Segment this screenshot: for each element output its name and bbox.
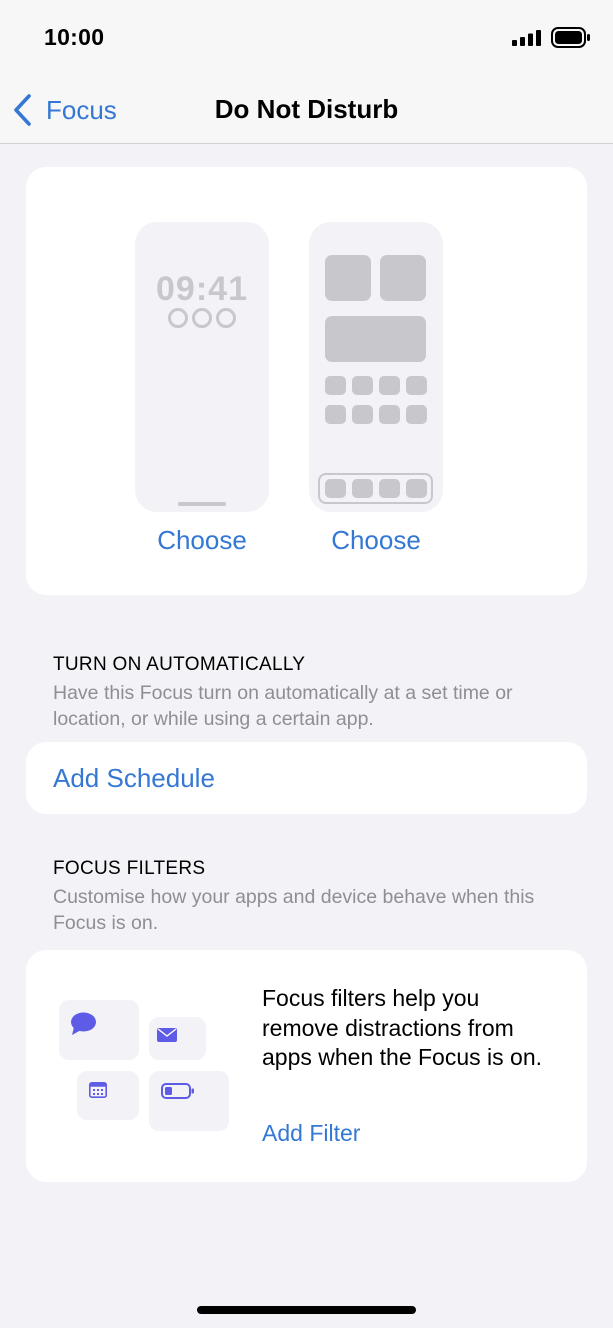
envelope-icon <box>157 1028 177 1042</box>
status-time: 10:00 <box>44 24 105 50</box>
chevron-left-icon <box>14 94 31 126</box>
navigation-bar: Focus Do Not Disturb <box>0 76 613 144</box>
focus-filters-card: Focus filters help you remove distractio… <box>26 950 587 1182</box>
add-schedule-button[interactable]: Add Schedule <box>53 763 215 794</box>
focus-filters-description: Customise how your apps and device behav… <box>53 886 535 934</box>
lock-widget-circle <box>192 308 212 328</box>
filter-tile-low-power <box>149 1071 229 1131</box>
add-filter-button[interactable]: Add Filter <box>262 1120 360 1147</box>
turn-on-automatically-description: Have this Focus turn on automatically at… <box>53 682 513 730</box>
back-button[interactable]: Focus <box>12 90 117 130</box>
home-widget-small <box>325 255 371 301</box>
battery-low-icon <box>161 1083 194 1099</box>
lock-widget-circle <box>168 308 188 328</box>
choose-lock-screen-button[interactable]: Choose <box>135 525 269 556</box>
dock-app-icon <box>379 479 400 498</box>
lock-screen-widgets <box>135 308 269 328</box>
calendar-icon <box>89 1082 107 1098</box>
filter-tile-calendar <box>77 1071 139 1120</box>
home-widget-wide <box>325 316 426 362</box>
lock-widget-circle <box>216 308 236 328</box>
back-button-label: Focus <box>46 94 117 125</box>
home-app-icon <box>352 376 373 395</box>
home-screen-preview[interactable] <box>309 222 443 512</box>
home-app-icon <box>406 405 427 424</box>
schedule-card: Add Schedule <box>26 742 587 814</box>
status-bar: 10:00 <box>0 0 613 76</box>
home-app-icon <box>325 405 346 424</box>
home-dock <box>318 473 433 504</box>
screens-card: 09:41 Choose Choose <box>26 167 587 595</box>
home-app-icon <box>406 376 427 395</box>
message-bubble-icon <box>71 1012 96 1035</box>
home-indicator[interactable] <box>197 1306 416 1314</box>
dock-app-icon <box>406 479 427 498</box>
lock-screen-home-bar <box>178 502 226 506</box>
focus-filters-header: FOCUS FILTERS <box>53 858 206 879</box>
dock-app-icon <box>352 479 373 498</box>
lock-screen-preview[interactable]: 09:41 <box>135 222 269 512</box>
home-widget-small <box>380 255 426 301</box>
battery-icon <box>551 27 590 48</box>
home-app-icon <box>325 376 346 395</box>
lock-screen-time: 09:41 <box>156 270 248 308</box>
focus-filters-info: Focus filters help you remove distractio… <box>262 985 542 1070</box>
cellular-signal-icon <box>512 30 541 46</box>
turn-on-automatically-header: TURN ON AUTOMATICALLY <box>53 654 306 675</box>
dock-app-icon <box>325 479 346 498</box>
choose-home-screen-button[interactable]: Choose <box>309 525 443 556</box>
home-app-icon <box>352 405 373 424</box>
home-app-icon <box>379 405 400 424</box>
home-app-icon <box>379 376 400 395</box>
